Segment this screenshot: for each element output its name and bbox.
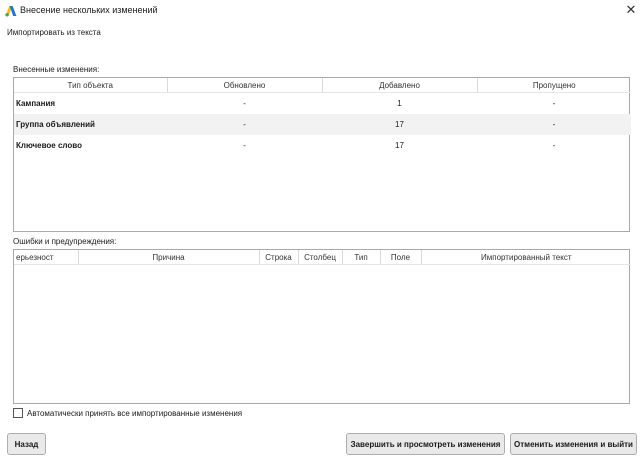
row-updated: - <box>243 141 246 150</box>
title-bar: Внесение нескольких изменений ✕ <box>0 0 644 22</box>
back-button[interactable]: Назад <box>7 433 46 455</box>
column-header-field[interactable]: Поле <box>380 250 422 265</box>
auto-accept-label: Автоматически принять все импортированны… <box>27 408 243 418</box>
close-icon[interactable]: ✕ <box>624 3 638 17</box>
column-header-added[interactable]: Добавлено <box>322 78 478 93</box>
import-from-text-heading: Импортировать из текста <box>7 28 101 37</box>
column-header-reason[interactable]: Причина <box>78 250 260 265</box>
column-header-type[interactable]: Тип <box>342 250 381 265</box>
row-updated: - <box>167 114 322 135</box>
changes-table: Тип объекта Обновлено Добавлено Пропущен… <box>14 78 631 156</box>
column-header-updated[interactable]: Обновлено <box>167 78 323 93</box>
column-header-skipped[interactable]: Пропущено <box>477 78 631 93</box>
row-added: 17 <box>395 141 404 150</box>
column-header-object-type[interactable]: Тип объекта <box>14 78 168 93</box>
errors-table: ерьезност Причина Строка Столбец Тип Пол… <box>14 250 631 265</box>
changes-table-panel[interactable]: Тип объекта Обновлено Добавлено Пропущен… <box>13 77 631 232</box>
auto-accept-checkbox[interactable] <box>13 408 23 418</box>
row-object-type: Ключевое слово <box>16 141 82 150</box>
errors-table-panel[interactable]: ерьезност Причина Строка Столбец Тип Пол… <box>13 249 631 404</box>
column-header-row[interactable]: Строка <box>259 250 299 265</box>
row-added: 17 <box>322 114 477 135</box>
cancel-and-exit-button[interactable]: Отменить изменения и выйти <box>510 433 637 455</box>
errors-label: Ошибки и предупреждения: <box>13 237 117 246</box>
row-skipped: - <box>552 141 556 150</box>
row-skipped: - <box>477 114 631 135</box>
column-header-column[interactable]: Столбец <box>298 250 343 265</box>
column-header-severity[interactable]: ерьезност <box>14 250 79 265</box>
row-added: 1 <box>397 99 402 108</box>
table-row[interactable]: Кампания - 1 - <box>14 93 631 115</box>
google-ads-logo-icon <box>5 6 17 17</box>
table-row[interactable]: Группа объявлений - 17 - <box>14 114 631 135</box>
changes-header-row: Тип объекта Обновлено Добавлено Пропущен… <box>14 78 631 93</box>
table-row[interactable]: Ключевое слово - 17 - <box>14 135 631 156</box>
changes-label: Внесенные изменения: <box>13 65 100 74</box>
window-title: Внесение нескольких изменений <box>20 5 158 15</box>
finish-and-review-button[interactable]: Завершить и просмотреть изменения <box>346 433 505 455</box>
errors-header-row: ерьезност Причина Строка Столбец Тип Пол… <box>14 250 631 265</box>
row-skipped: - <box>552 99 556 108</box>
auto-accept-row[interactable]: Автоматически принять все импортированны… <box>13 408 242 418</box>
column-header-imported-text[interactable]: Импортированный текст <box>421 250 631 265</box>
row-updated: - <box>243 99 246 108</box>
row-object-type: Группа объявлений <box>14 114 167 135</box>
row-object-type: Кампания <box>16 99 56 108</box>
